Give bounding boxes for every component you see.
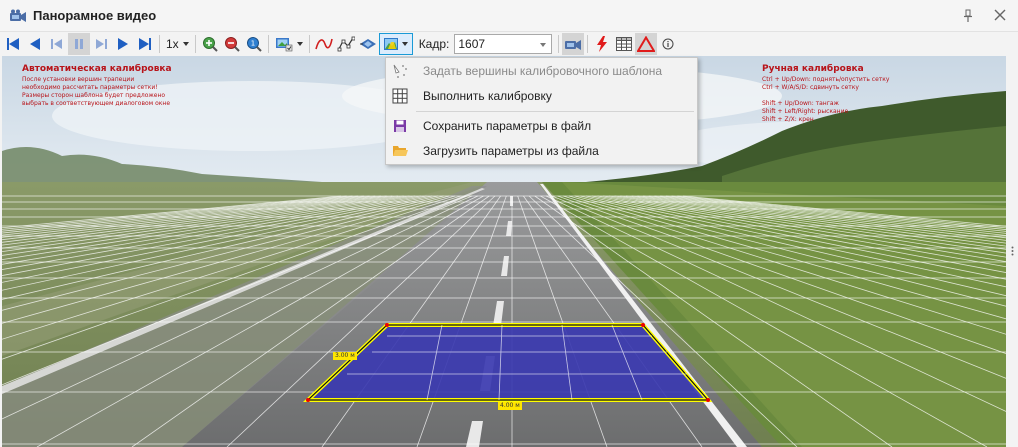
skip-to-start-button[interactable]	[2, 33, 24, 55]
zoom-fit-button[interactable]: 1	[243, 33, 265, 55]
side-splitter[interactable]	[1006, 56, 1018, 447]
chevron-down-icon	[182, 42, 189, 46]
toolbar-separator	[558, 35, 560, 53]
skip-to-end-button[interactable]	[134, 33, 156, 55]
layer-icon	[359, 39, 376, 49]
auto-line: необходимо рассчитать параметры сетки!	[22, 84, 158, 91]
auto-calibration-text: После установки вершин трапеции необходи…	[22, 76, 170, 108]
manual-line	[762, 92, 889, 100]
menu-item-label: Задать вершины калибровочного шаблона	[423, 64, 663, 78]
grid-toggle[interactable]	[613, 33, 635, 55]
menu-item-load-params[interactable]: Загрузить параметры из файла	[386, 139, 697, 163]
folder-open-icon	[392, 143, 408, 159]
video-camera-icon	[10, 9, 26, 22]
prev-frame-button[interactable]	[46, 33, 68, 55]
next-frame-icon	[96, 39, 107, 49]
next-frame-button[interactable]	[90, 33, 112, 55]
speed-dropdown[interactable]: 1x	[163, 33, 192, 55]
zoom-in-button[interactable]	[199, 33, 221, 55]
polyline-tool-button[interactable]	[335, 33, 357, 55]
export-image-icon	[275, 38, 292, 52]
side-length-label: 3.00 м	[333, 352, 357, 360]
frame-value: 1607	[458, 37, 486, 51]
toolbar-separator	[159, 35, 160, 53]
calibration-dropdown-button[interactable]	[378, 33, 413, 55]
warning-triangle-icon	[637, 36, 656, 52]
menu-separator	[416, 111, 694, 112]
grid-icon	[392, 88, 408, 104]
triangle-toggle[interactable]	[635, 33, 658, 55]
zoom-fit-icon: 1	[246, 37, 262, 52]
grid-icon	[616, 37, 633, 51]
chevron-down-icon	[296, 42, 303, 46]
manual-line: Ctrl + W/A/S/D: сдвинуть сетку	[762, 84, 859, 91]
auto-line: Размеры сторон шаблона будет предложено	[22, 92, 166, 99]
menu-item-label: Сохранить параметры в файл	[423, 119, 592, 133]
prev-frame-icon	[51, 39, 62, 49]
bottom-length-label: 4.00 м	[498, 402, 522, 410]
manual-line: Shift + Z/X: крен	[762, 116, 814, 123]
auto-line: выбрать в соответствующем диалоговом окн…	[22, 100, 171, 107]
auto-line: После установки вершин трапеции	[22, 76, 135, 83]
play-button[interactable]	[112, 33, 134, 55]
toolbar-separator	[587, 35, 589, 53]
manual-calibration-title: Ручная калибровка	[762, 64, 864, 74]
chevron-down-icon	[540, 43, 547, 47]
lightning-icon	[597, 36, 608, 52]
camera-icon	[565, 40, 582, 50]
skip-to-end-icon	[139, 38, 151, 50]
menu-item-set-vertices[interactable]: Задать вершины калибровочного шаблона	[386, 59, 697, 83]
close-icon[interactable]	[994, 9, 1006, 21]
chevron-down-icon	[402, 42, 409, 46]
speed-value: 1x	[166, 37, 179, 51]
manual-calibration-text: Ctrl + Up/Down: поднять/опустить сетку C…	[762, 76, 889, 124]
pause-button[interactable]	[68, 33, 90, 55]
grip-icon	[1011, 246, 1014, 256]
frame-label: Кадр:	[418, 37, 450, 51]
menu-item-label: Выполнить калибровку	[423, 89, 552, 103]
step-back-icon	[30, 38, 40, 50]
toolbar-separator	[194, 35, 196, 53]
pause-icon	[75, 39, 83, 49]
info-button[interactable]	[657, 33, 679, 55]
vertices-icon	[392, 63, 408, 79]
toolbar-separator	[267, 35, 269, 53]
manual-line: Ctrl + Up/Down: поднять/опустить сетку	[762, 76, 890, 83]
curve-tool-button[interactable]	[313, 33, 335, 55]
menu-item-label: Загрузить параметры из файла	[423, 144, 599, 158]
zoom-in-icon	[202, 37, 218, 52]
export-image-dropdown[interactable]	[272, 33, 306, 55]
toolbar-separator	[308, 35, 310, 53]
pin-icon[interactable]	[962, 9, 974, 23]
svg-text:1: 1	[250, 40, 254, 48]
step-back-button[interactable]	[24, 33, 46, 55]
curve-icon	[314, 38, 333, 50]
play-icon	[118, 38, 128, 50]
lightning-toggle[interactable]	[591, 33, 613, 55]
title-bar: Панорамное видео	[0, 0, 1018, 32]
frame-combobox[interactable]: 1607	[454, 34, 553, 54]
zoom-out-icon	[224, 37, 240, 52]
save-icon	[392, 118, 408, 134]
calibration-icon	[384, 38, 399, 50]
manual-line: Shift + Left/Right: рыскание	[762, 108, 849, 115]
menu-item-save-params[interactable]: Сохранить параметры в файл	[386, 114, 697, 138]
camera-toggle[interactable]	[562, 33, 585, 55]
info-icon	[662, 38, 674, 50]
manual-line: Shift + Up/Down: тангаж	[762, 100, 839, 107]
auto-calibration-title: Автоматическая калибровка	[22, 64, 172, 74]
polyline-icon	[337, 36, 355, 52]
toolbar: 1x 1 Кадр: 1607	[0, 32, 1018, 56]
skip-to-start-icon	[7, 38, 19, 50]
zoom-out-button[interactable]	[221, 33, 243, 55]
window-title: Панорамное видео	[33, 8, 157, 23]
layer-tool-button[interactable]	[357, 33, 379, 55]
calibration-menu: Задать вершины калибровочного шаблона Вы…	[385, 57, 698, 165]
menu-item-run-calibration[interactable]: Выполнить калибровку	[386, 84, 697, 108]
